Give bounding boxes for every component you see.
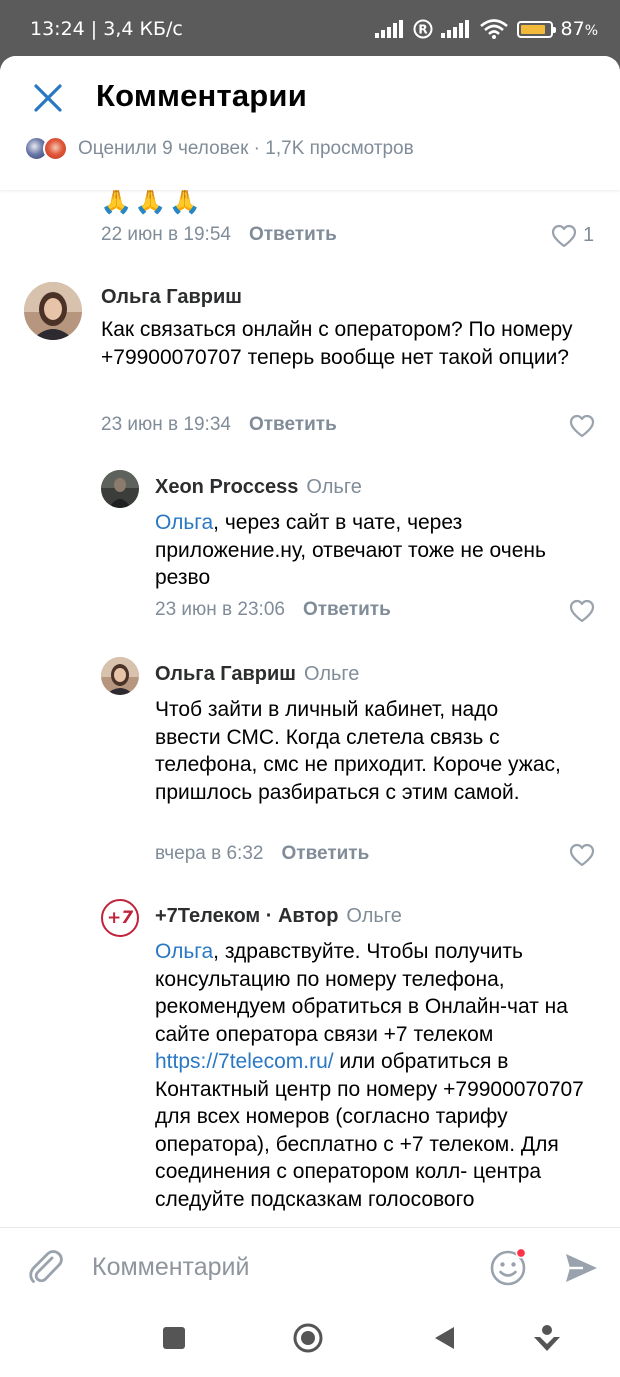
heart-icon[interactable] bbox=[569, 843, 595, 867]
close-icon[interactable] bbox=[32, 82, 64, 114]
author-name: +7Телеком · Автор bbox=[155, 905, 339, 927]
avatar-photo bbox=[24, 282, 82, 340]
recents-button[interactable] bbox=[163, 1327, 185, 1349]
meta-text: Оценили 9 человек · 1,7K просмотров bbox=[78, 137, 414, 159]
comment-author[interactable]: Ольга Гавриш Ольге bbox=[155, 663, 359, 686]
comment-text: Чтоб зайти в личный кабинет, надо ввести… bbox=[155, 698, 561, 804]
registered-icon: R bbox=[413, 19, 432, 39]
svg-text:R: R bbox=[418, 23, 427, 37]
wifi-icon bbox=[479, 19, 508, 39]
avatar bbox=[43, 136, 68, 161]
mention-link[interactable]: Ольга bbox=[155, 511, 213, 534]
comment-date: вчера в 6:32 bbox=[155, 843, 264, 864]
reply-button[interactable]: Ответить bbox=[281, 843, 369, 864]
url-link[interactable]: https://7telecom.ru/ bbox=[155, 1050, 334, 1073]
reply-to: Ольге bbox=[303, 663, 360, 685]
reply-button[interactable]: Ответить bbox=[249, 224, 337, 245]
avatar-photo bbox=[101, 470, 139, 508]
comment-footer: 23 июн в 19:34 Ответить bbox=[101, 414, 337, 436]
reply-item: +7 +7Телеком · Автор Ольге Ольга, здравст… bbox=[0, 897, 620, 1227]
comment-footer: 23 июн в 23:06 Ответить bbox=[155, 599, 391, 621]
comment-text: Ольга, через сайт в чате, через приложен… bbox=[155, 511, 546, 589]
comment-footer: вчера в 6:32 Ответить bbox=[155, 843, 369, 865]
assistant-button[interactable] bbox=[532, 1323, 562, 1355]
comments-sheet: Комментарии Оценили 9 человек · 1,7K про… bbox=[0, 56, 620, 1377]
telecom-logo[interactable]: +7 bbox=[101, 899, 139, 937]
status-icons: R 87% bbox=[374, 18, 599, 40]
home-button[interactable] bbox=[292, 1322, 324, 1354]
comment-author[interactable]: Ольга Гавриш bbox=[101, 286, 242, 309]
reply-button[interactable]: Ответить bbox=[249, 414, 337, 435]
comment-text: Ольга, здравствуйте. Чтобы получить конс… bbox=[155, 940, 584, 1211]
paperclip-icon[interactable] bbox=[26, 1248, 64, 1286]
comment-date: 23 июн в 23:06 bbox=[155, 599, 285, 620]
reply-item: Xeon Proccess Ольге Ольга, через сайт в ч… bbox=[0, 468, 620, 638]
mention-link[interactable]: Ольга bbox=[155, 940, 213, 963]
emoji-icon[interactable] bbox=[489, 1247, 529, 1287]
likes-views-meta[interactable]: Оценили 9 человек · 1,7K просмотров bbox=[24, 136, 414, 161]
back-button[interactable] bbox=[432, 1325, 456, 1351]
avatar[interactable] bbox=[101, 470, 139, 508]
comment-item: Ольга Гавриш Как связаться онлайн с опер… bbox=[0, 280, 620, 450]
avatar-photo bbox=[101, 657, 139, 695]
battery-percent: 87% bbox=[560, 18, 599, 40]
avatar[interactable] bbox=[101, 657, 139, 695]
status-bar: 13:24 | 3,4 КБ/с R 87% bbox=[0, 0, 620, 58]
send-icon[interactable] bbox=[563, 1250, 599, 1286]
comment-date: 23 июн в 19:34 bbox=[101, 414, 231, 435]
signal-icon bbox=[374, 20, 403, 38]
page-title: Комментарии bbox=[96, 78, 307, 113]
comment-author[interactable]: Xeon Proccess Ольге bbox=[155, 476, 362, 499]
reply-to: Ольге bbox=[346, 905, 402, 927]
comment-input[interactable] bbox=[90, 1246, 474, 1288]
reply-item: Ольга Гавриш Ольге Чтоб зайти в личный ка… bbox=[0, 655, 620, 885]
comment-text: Как связаться онлайн с оператором? По но… bbox=[101, 318, 573, 369]
liker-avatars bbox=[24, 136, 68, 161]
battery-icon bbox=[516, 20, 556, 38]
status-time-speed: 13:24 | 3,4 КБ/с bbox=[30, 18, 183, 40]
author-name: Ольга Гавриш bbox=[101, 286, 242, 308]
heart-icon[interactable] bbox=[551, 224, 577, 248]
author-name: Ольга Гавриш bbox=[155, 663, 296, 685]
comment-author[interactable]: +7Телеком · Автор Ольге bbox=[155, 905, 402, 928]
heart-icon[interactable] bbox=[569, 414, 595, 438]
comment-footer: 22 июн в 19:54 Ответить bbox=[101, 224, 337, 246]
reply-button[interactable]: Ответить bbox=[303, 599, 391, 620]
signal-icon-2 bbox=[440, 20, 469, 38]
comment-item: 🙏🙏🙏 22 июн в 19:54 Ответить 1 bbox=[0, 186, 620, 260]
like-count: 1 bbox=[583, 224, 595, 246]
sheet-header: Комментарии Оценили 9 человек · 1,7K про… bbox=[0, 56, 620, 190]
avatar[interactable] bbox=[24, 282, 82, 340]
comment-input-bar bbox=[0, 1227, 620, 1306]
reply-to: Ольге bbox=[306, 476, 362, 498]
author-name: Xeon Proccess bbox=[155, 476, 299, 498]
system-nav-bar bbox=[0, 1305, 620, 1377]
battery-level bbox=[520, 24, 545, 34]
comment-emoji: 🙏🙏🙏 bbox=[100, 186, 204, 216]
comment-date: 22 июн в 19:54 bbox=[101, 224, 231, 245]
heart-icon[interactable] bbox=[569, 599, 595, 623]
